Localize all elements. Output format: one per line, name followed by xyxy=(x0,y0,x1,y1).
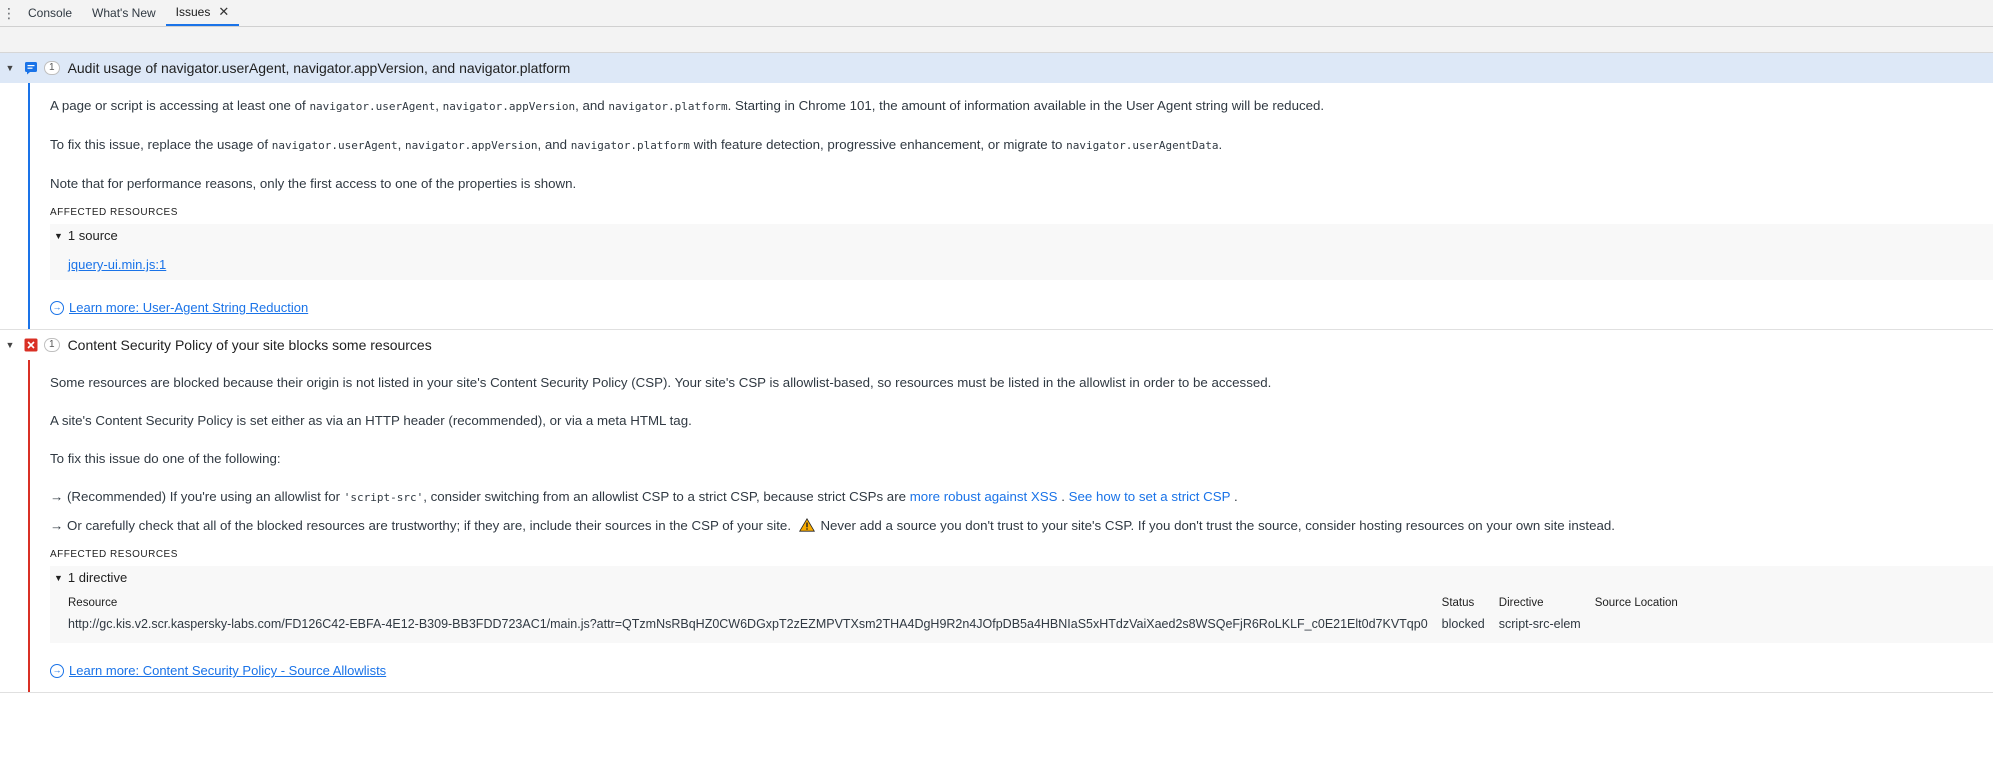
tab-console[interactable]: Console xyxy=(18,0,82,26)
issue-fix-description: To fix this issue, replace the usage of … xyxy=(50,136,1993,155)
desc-text: → Or carefully check that all of the blo… xyxy=(50,518,792,533)
message-icon xyxy=(25,62,37,75)
desc-text: , and xyxy=(575,98,609,113)
code-snippet: 'script-src' xyxy=(343,491,424,504)
blocked-resources-table: Resource Status Directive Source Locatio… xyxy=(68,593,1692,635)
resource-url-cell[interactable]: http://gc.kis.v2.scr.kaspersky-labs.com/… xyxy=(68,613,1442,635)
column-header-resource: Resource xyxy=(68,597,118,609)
issue-count-badge: 1 xyxy=(44,338,60,352)
source-link-text[interactable]: jquery-ui.min.js:1 xyxy=(68,257,166,272)
affected-sources-toggle[interactable]: ▼ 1 source xyxy=(54,228,1993,243)
column-header-source-location: Source Location xyxy=(1594,597,1678,609)
issue-note: Note that for performance reasons, only … xyxy=(50,176,577,191)
desc-text: To fix this issue, replace the usage of xyxy=(50,137,272,152)
fix-option-recommended: → (Recommended) If you're using an allow… xyxy=(50,488,1993,507)
table-header-row: Resource Status Directive Source Locatio… xyxy=(68,593,1692,613)
tab-issues-label: Issues xyxy=(175,5,211,19)
issue-title: Content Security Policy of your site blo… xyxy=(67,337,432,353)
affected-directives-label: 1 directive xyxy=(67,570,128,585)
code-snippet: navigator.userAgent xyxy=(271,139,398,152)
affected-sources-label: 1 source xyxy=(67,228,118,243)
source-link[interactable]: jquery-ui.min.js:1 xyxy=(68,257,1993,272)
desc-text: , and xyxy=(537,137,571,152)
directive-cell: script-src-elem xyxy=(1498,617,1581,631)
desc-text: , consider switching from an allowlist C… xyxy=(423,489,910,504)
code-snippet: navigator.platform xyxy=(608,100,728,113)
affected-resources-title: AFFECTED RESOURCES xyxy=(50,207,178,218)
expand-triangle-icon: ▼ xyxy=(54,572,63,583)
code-snippet: navigator.platform xyxy=(570,139,690,152)
issue-header-csp[interactable]: ▼ 1 Content Security Policy of your site… xyxy=(0,330,1993,360)
desc-text: A page or script is accessing at least o… xyxy=(50,98,310,113)
code-snippet: navigator.appVersion xyxy=(442,100,576,113)
table-row: http://gc.kis.v2.scr.kaspersky-labs.com/… xyxy=(68,613,1692,635)
code-snippet: navigator.appVersion xyxy=(404,139,538,152)
affected-resources-box: ▼ 1 source jquery-ui.min.js:1 xyxy=(50,224,1993,280)
desc-text: . Starting in Chrome 101, the amount of … xyxy=(727,98,1325,113)
expand-triangle-icon: ▼ xyxy=(54,230,63,241)
status-cell: blocked xyxy=(1441,617,1485,631)
devtools-tabbar: ⋮ Console What's New Issues ✕ xyxy=(0,0,1993,27)
strict-csp-link[interactable]: See how to set a strict CSP xyxy=(1069,489,1231,504)
learn-more-useragent[interactable]: → Learn more: User-Agent String Reductio… xyxy=(50,300,1993,315)
issue-body-csp: Some resources are blocked because their… xyxy=(28,360,1993,692)
desc-text: . xyxy=(1218,137,1223,152)
desc-text: . xyxy=(1057,489,1069,504)
tab-issues[interactable]: Issues ✕ xyxy=(165,0,240,26)
issue-csp-info: A site's Content Security Policy is set … xyxy=(50,413,692,428)
arrow-right-circle-icon: → xyxy=(50,663,64,678)
issue-fix-intro: To fix this issue do one of the followin… xyxy=(50,451,281,466)
issue-header-useragent[interactable]: ▼ 1 Audit usage of navigator.userAgent, … xyxy=(0,53,1993,83)
expand-arrow-icon[interactable]: ▼ xyxy=(0,340,20,350)
column-header-status: Status xyxy=(1441,597,1475,609)
robust-xss-link[interactable]: more robust against XSS xyxy=(910,489,1058,504)
arrow-right-circle-icon: → xyxy=(50,300,64,315)
code-snippet: navigator.userAgentData xyxy=(1066,139,1219,152)
affected-directives-toggle[interactable]: ▼ 1 directive xyxy=(54,570,1993,585)
close-icon[interactable]: ✕ xyxy=(218,4,229,20)
source-location-cell[interactable] xyxy=(1595,613,1692,635)
issue-description: A page or script is accessing at least o… xyxy=(50,97,1993,116)
desc-text: with feature detection, progressive enha… xyxy=(689,137,1067,152)
issue-csp: ▼ 1 Content Security Policy of your site… xyxy=(0,330,1993,693)
code-snippet: navigator.userAgent xyxy=(309,100,436,113)
learn-more-link[interactable]: Learn more: User-Agent String Reduction xyxy=(69,300,308,315)
error-x-icon xyxy=(24,338,38,352)
desc-text: . xyxy=(1230,489,1238,504)
learn-more-csp[interactable]: → Learn more: Content Security Policy - … xyxy=(50,663,1993,678)
expand-arrow-icon[interactable]: ▼ xyxy=(0,63,20,73)
more-tabs-icon[interactable]: ⋮ xyxy=(0,6,18,20)
issues-toolbar xyxy=(0,27,1993,53)
issue-count-badge: 1 xyxy=(44,61,60,75)
affected-resources-title: AFFECTED RESOURCES xyxy=(50,549,178,560)
warning-icon xyxy=(798,518,815,532)
desc-text: → (Recommended) If you're using an allow… xyxy=(50,489,344,504)
issue-title: Audit usage of navigator.userAgent, navi… xyxy=(67,60,571,76)
column-header-directive: Directive xyxy=(1498,597,1544,609)
issue-body-useragent: A page or script is accessing at least o… xyxy=(28,83,1993,329)
issue-description: Some resources are blocked because their… xyxy=(50,375,1272,390)
tab-whats-new[interactable]: What's New xyxy=(82,0,166,26)
issue-useragent: ▼ 1 Audit usage of navigator.userAgent, … xyxy=(0,53,1993,330)
desc-text: Never add a source you don't trust to yo… xyxy=(820,518,1615,533)
learn-more-link[interactable]: Learn more: Content Security Policy - So… xyxy=(69,663,386,678)
desc-text: , xyxy=(397,137,405,152)
affected-resources-box: ▼ 1 directive Resource Status Directive … xyxy=(50,566,1993,643)
fix-option-check: → Or carefully check that all of the blo… xyxy=(50,517,1993,535)
desc-text: , xyxy=(435,98,443,113)
